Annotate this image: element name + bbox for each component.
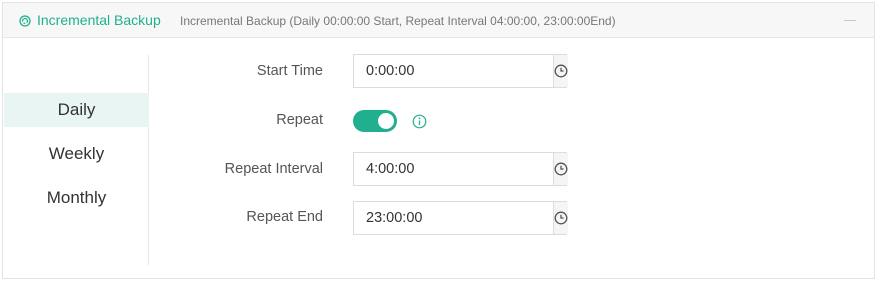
repeat-end-clock-button[interactable] xyxy=(553,202,568,234)
schedule-tabs: Daily Weekly Monthly xyxy=(4,55,149,265)
collapse-button[interactable] xyxy=(844,20,856,21)
toggle-knob xyxy=(378,113,394,129)
repeat-interval-clock-button[interactable] xyxy=(553,153,568,185)
start-time-label: Start Time xyxy=(256,63,323,79)
repeat-interval-input[interactable] xyxy=(354,153,553,185)
panel-title: Incremental Backup xyxy=(37,12,161,28)
panel-description: Incremental Backup (Daily 00:00:00 Start… xyxy=(180,14,616,28)
info-icon[interactable] xyxy=(412,114,427,129)
repeat-end-input[interactable] xyxy=(354,202,553,234)
repeat-label: Repeat xyxy=(276,112,323,128)
clock-icon xyxy=(554,211,568,225)
repeat-interval-field xyxy=(353,152,568,186)
repeat-interval-label: Repeat Interval xyxy=(224,161,323,177)
repeat-end-label: Repeat End xyxy=(246,209,323,225)
incremental-backup-panel: Incremental Backup Incremental Backup (D… xyxy=(2,2,875,279)
repeat-end-field xyxy=(353,201,568,235)
clock-icon xyxy=(554,162,568,176)
start-time-input[interactable] xyxy=(354,55,553,87)
clock-icon xyxy=(554,64,568,78)
start-time-clock-button[interactable] xyxy=(553,55,568,87)
start-time-field xyxy=(353,54,568,88)
panel-header[interactable]: Incremental Backup Incremental Backup (D… xyxy=(3,3,874,38)
repeat-toggle[interactable] xyxy=(353,110,397,132)
refresh-icon xyxy=(19,15,31,27)
